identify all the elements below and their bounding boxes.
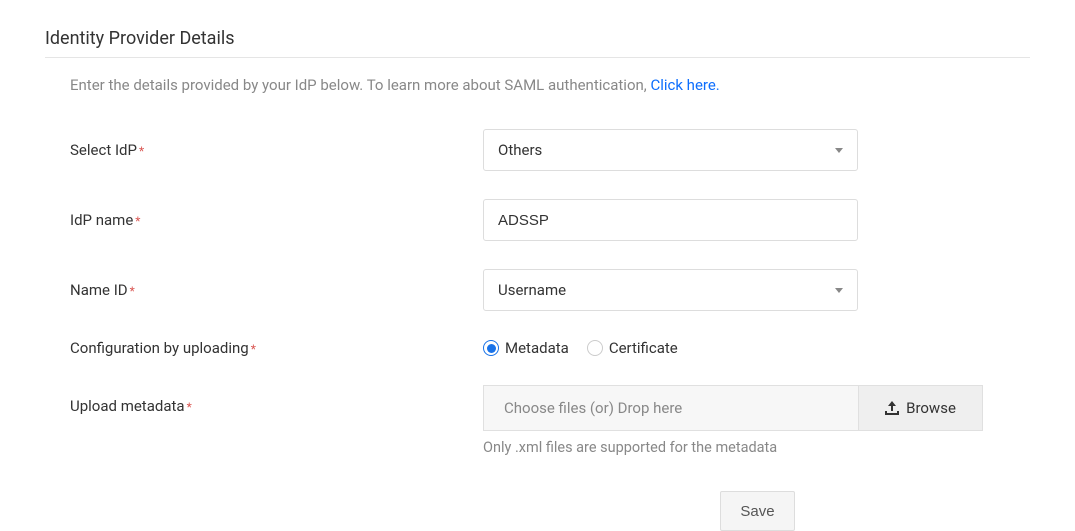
select-idp-value: Others (498, 141, 542, 159)
learn-more-link[interactable]: Click here. (650, 76, 719, 94)
upload-icon (885, 401, 899, 415)
radio-icon (483, 340, 499, 356)
required-asterisk: * (139, 144, 144, 158)
required-asterisk: * (251, 342, 256, 356)
radio-certificate-label: Certificate (609, 339, 678, 357)
intro-text-body: Enter the details provided by your IdP b… (70, 76, 650, 94)
chevron-down-icon (835, 288, 843, 293)
select-idp-dropdown[interactable]: Others (483, 129, 858, 171)
config-by-label: Configuration by uploading* (70, 339, 483, 357)
browse-button-label: Browse (906, 399, 956, 417)
config-by-radio-group: Metadata Certificate (483, 339, 678, 357)
chevron-down-icon (835, 148, 843, 153)
upload-hint: Only .xml files are supported for the me… (483, 439, 1075, 456)
browse-button[interactable]: Browse (858, 385, 983, 431)
idp-name-label: IdP name* (70, 211, 483, 229)
name-id-dropdown[interactable]: Username (483, 269, 858, 311)
intro-text: Enter the details provided by your IdP b… (70, 76, 1075, 94)
select-idp-label: Select IdP* (70, 141, 483, 159)
name-id-label: Name ID* (70, 281, 483, 299)
required-asterisk: * (135, 214, 140, 228)
radio-metadata[interactable]: Metadata (483, 339, 569, 357)
idp-name-input[interactable] (483, 199, 858, 241)
name-id-value: Username (498, 281, 566, 299)
save-button[interactable]: Save (720, 491, 795, 531)
required-asterisk: * (187, 400, 192, 414)
file-drop-area[interactable]: Choose files (or) Drop here (483, 385, 858, 431)
required-asterisk: * (130, 284, 135, 298)
upload-metadata-label: Upload metadata* (70, 385, 483, 415)
radio-icon (587, 340, 603, 356)
section-title: Identity Provider Details (45, 28, 1030, 58)
radio-metadata-label: Metadata (505, 339, 569, 357)
radio-certificate[interactable]: Certificate (587, 339, 678, 357)
